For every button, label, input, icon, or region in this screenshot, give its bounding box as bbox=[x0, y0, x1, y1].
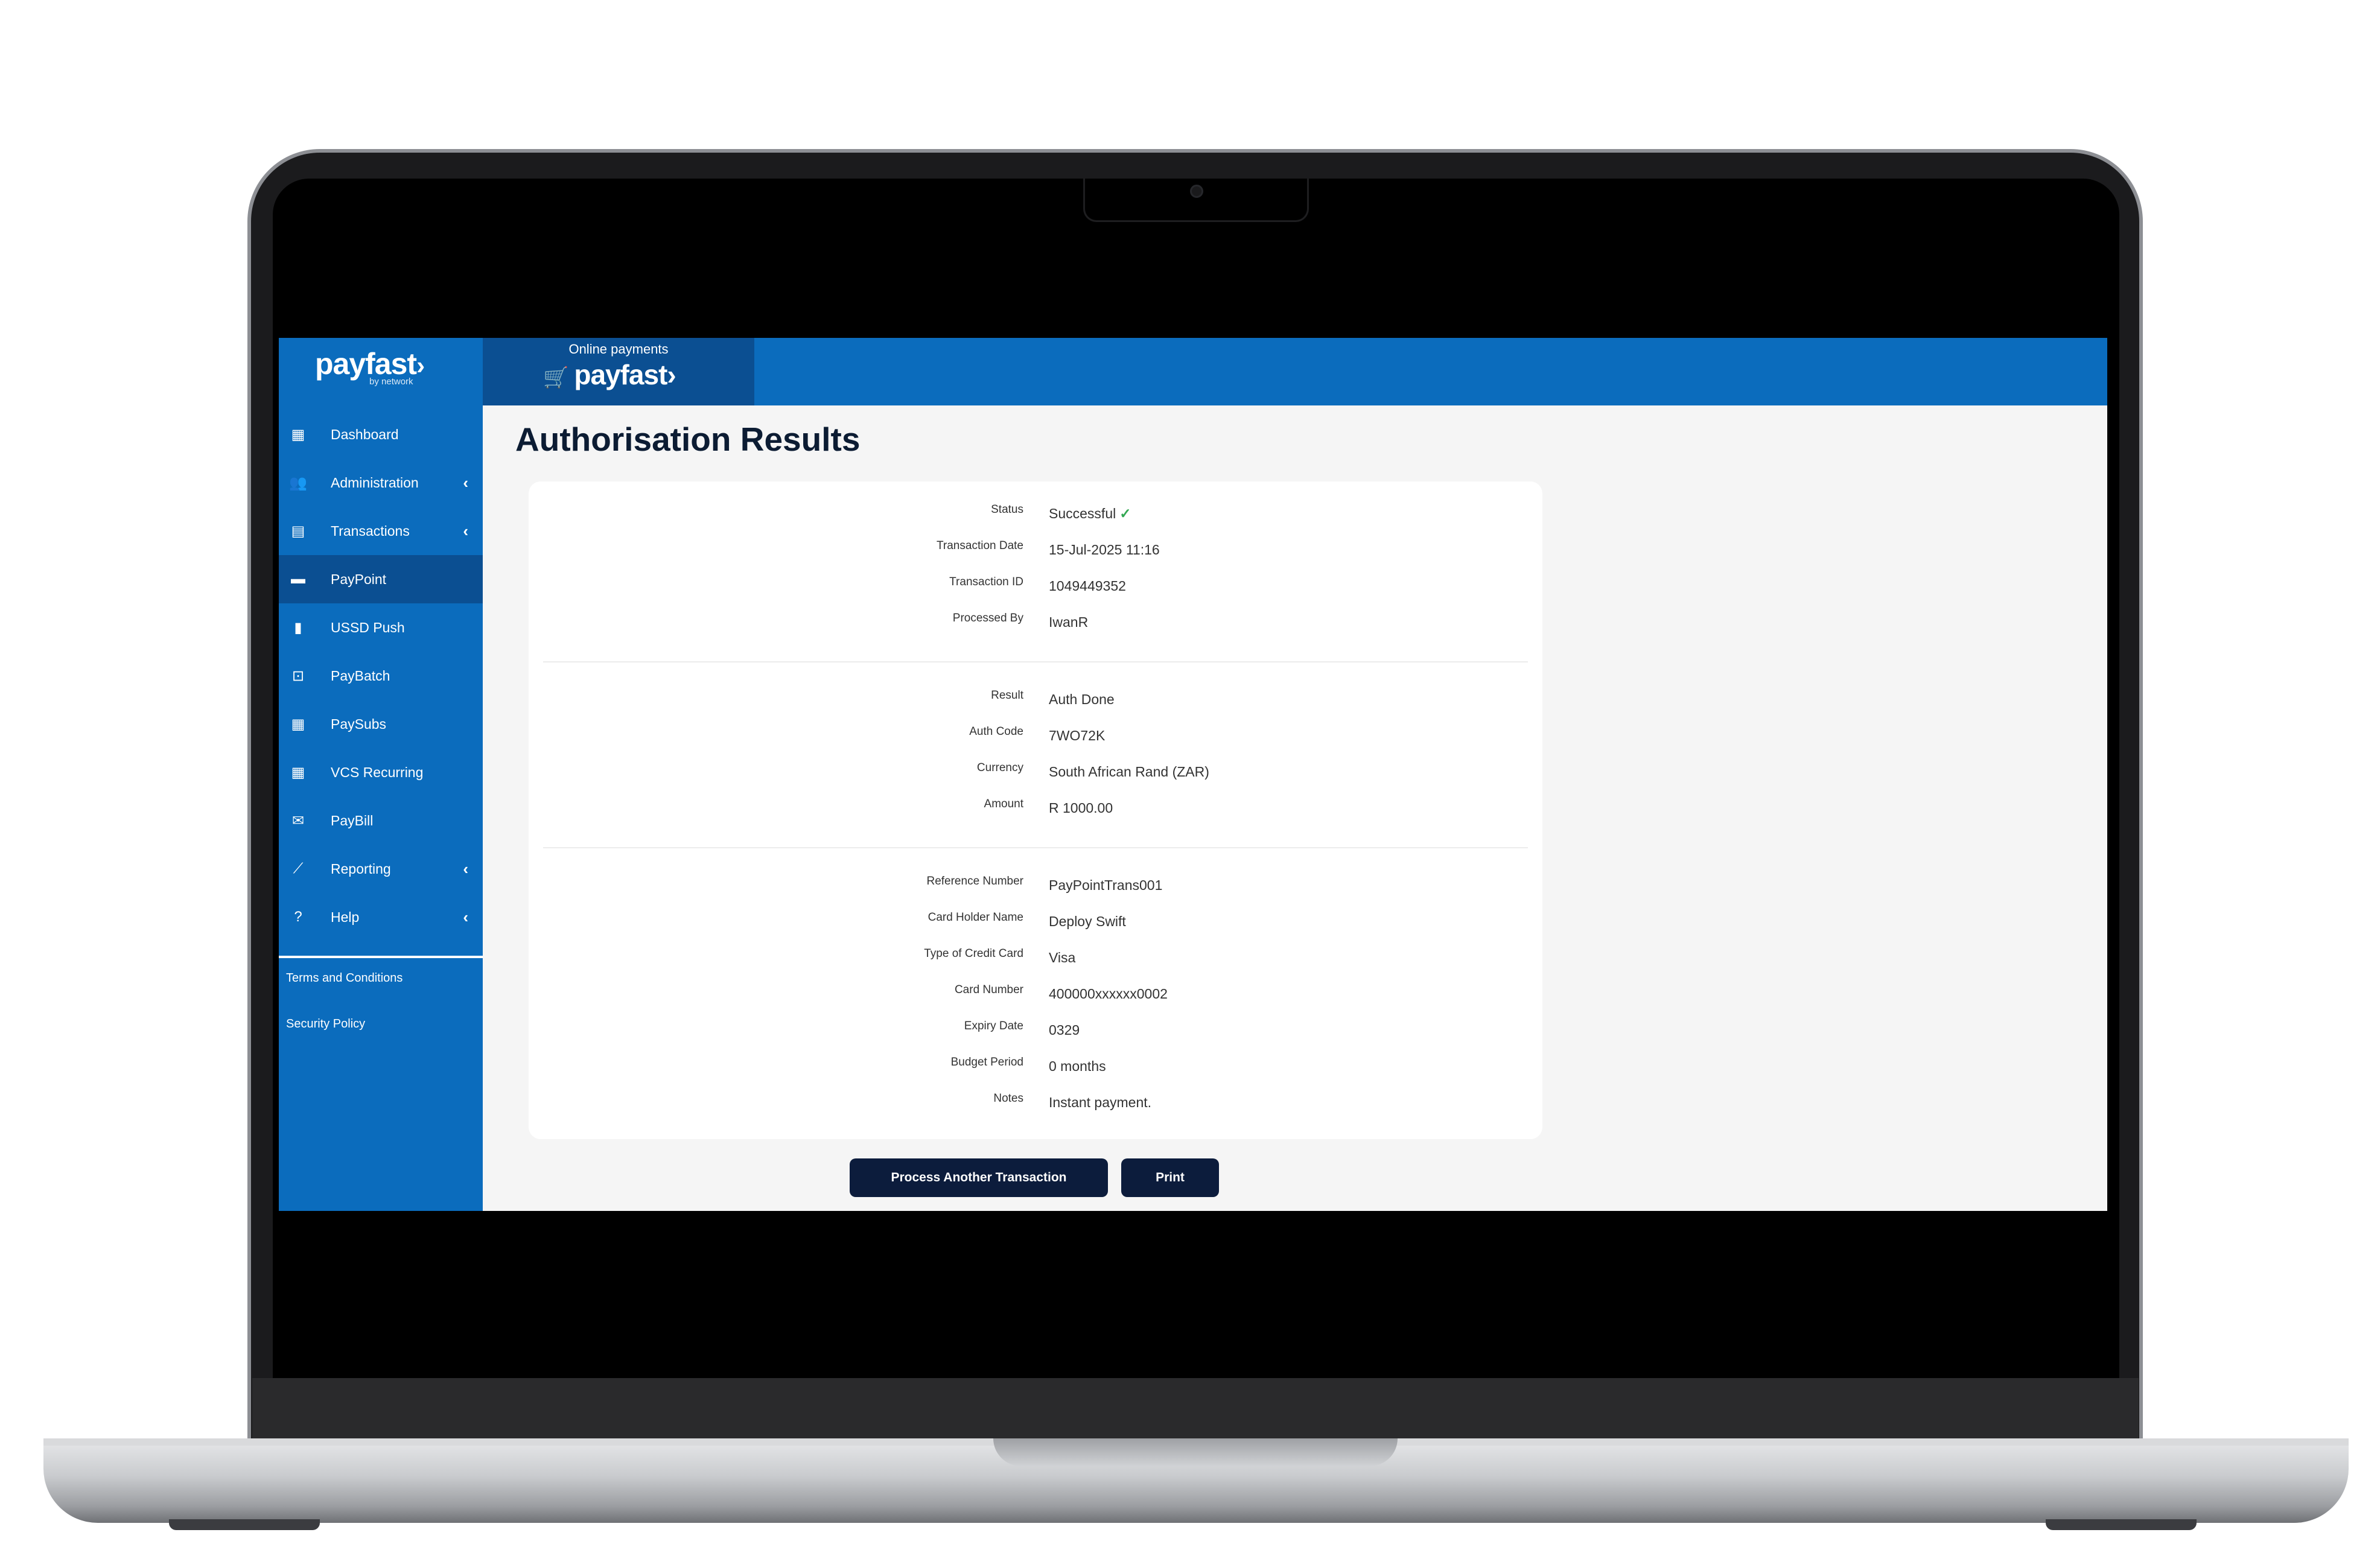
chart-icon: ⟋ bbox=[293, 860, 304, 877]
chevron-left-icon[interactable]: ‹ bbox=[463, 860, 468, 878]
sidebar-item-label: USSD Push bbox=[331, 619, 405, 635]
app-screen: Online payments 🛒 payfast› payfast› by ne… bbox=[279, 338, 2107, 1211]
row-budget-period: Budget Period 0 months bbox=[950, 1056, 1106, 1074]
sidebar-item-vcs-recurring[interactable]: ▦ VCS Recurring bbox=[279, 748, 483, 796]
check-icon: ✓ bbox=[1119, 506, 1131, 521]
sidebar-item-reporting[interactable]: ⟋ Reporting ‹ bbox=[279, 845, 483, 893]
terms-link[interactable]: Terms and Conditions bbox=[286, 971, 402, 985]
sidebar-item-paypoint[interactable]: ▬ PayPoint bbox=[279, 555, 483, 603]
chevron-left-icon[interactable]: ‹ bbox=[463, 522, 468, 541]
sidebar-item-paybatch[interactable]: ⊡ PayBatch bbox=[279, 652, 483, 700]
row-status: Status Successful ✓ bbox=[529, 503, 1542, 527]
section-divider bbox=[543, 847, 1528, 848]
row-reference-number: Reference Number PayPointTrans001 bbox=[926, 875, 1163, 893]
row-transaction-date: Transaction Date 15-Jul-2025 11:16 bbox=[937, 539, 1160, 557]
batch-icon: ⊡ bbox=[291, 667, 305, 684]
sidebar-item-label: Transactions bbox=[331, 523, 410, 539]
row-processed-by: Processed By IwanR bbox=[952, 612, 1089, 630]
sidebar-item-paybill[interactable]: ✉ PayBill bbox=[279, 796, 483, 845]
brand-subtitle: by network bbox=[369, 376, 413, 387]
sidebar-item-label: Dashboard bbox=[331, 426, 399, 442]
page-title: Authorisation Results bbox=[515, 421, 861, 458]
envelope-icon: ✉ bbox=[291, 812, 305, 829]
sidebar-item-label: PayBatch bbox=[331, 667, 390, 684]
row-currency: Currency South African Rand (ZAR) bbox=[976, 761, 1209, 780]
calendar-icon: ▦ bbox=[291, 764, 305, 781]
sidebar-item-label: PayPoint bbox=[331, 571, 387, 587]
calculator-icon: ▤ bbox=[291, 523, 305, 539]
payfast-logo[interactable]: payfast› by network bbox=[279, 338, 483, 404]
laptop-chin bbox=[252, 1378, 2139, 1438]
section-divider bbox=[543, 661, 1528, 662]
sidebar-item-label: PayBill bbox=[331, 812, 374, 828]
row-result: Result Auth Done bbox=[991, 689, 1115, 707]
chevron-left-icon[interactable]: ‹ bbox=[463, 908, 468, 927]
sidebar-item-label: Reporting bbox=[331, 860, 391, 877]
camera-icon bbox=[1190, 185, 1203, 198]
laptop-foot-right bbox=[2046, 1519, 2197, 1530]
cart-icon: 🛒 bbox=[543, 366, 568, 389]
row-card-type: Type of Credit Card Visa bbox=[924, 947, 1076, 965]
security-policy-link[interactable]: Security Policy bbox=[286, 1017, 365, 1031]
sidebar-item-dashboard[interactable]: ▦ Dashboard bbox=[279, 410, 483, 459]
help-icon: ? bbox=[294, 909, 302, 925]
chevron-left-icon[interactable]: ‹ bbox=[463, 474, 468, 492]
sidebar-item-label: PaySubs bbox=[331, 716, 387, 732]
sidebar-item-ussd-push[interactable]: ▮ USSD Push bbox=[279, 603, 483, 652]
row-expiry-date: Expiry Date 0329 bbox=[964, 1020, 1080, 1038]
process-another-transaction-button[interactable]: Process Another Transaction bbox=[850, 1158, 1108, 1197]
status-value: Successful ✓ bbox=[1049, 506, 1131, 521]
row-amount: Amount R 1000.00 bbox=[984, 798, 1113, 816]
row-auth-code: Auth Code 7WO72K bbox=[969, 725, 1106, 743]
row-card-holder: Card Holder Name Deploy Swift bbox=[928, 911, 1126, 929]
tab-online-payments-label: Online payments bbox=[568, 341, 669, 357]
sidebar-divider bbox=[279, 956, 483, 958]
sidebar-item-label: VCS Recurring bbox=[331, 764, 424, 780]
sidebar-item-label: Administration bbox=[331, 474, 419, 491]
sidebar-item-help[interactable]: ? Help ‹ bbox=[279, 893, 483, 941]
sidebar-nav: ▦ Dashboard 👥 Administration ‹ ▤ Transactions ‹… bbox=[279, 410, 483, 941]
calendar-icon: ▦ bbox=[291, 716, 305, 732]
grid-icon: ▦ bbox=[291, 426, 305, 443]
card-icon: ▬ bbox=[291, 571, 305, 587]
laptop-foot-left bbox=[169, 1519, 320, 1530]
status-label: Status bbox=[991, 503, 1023, 516]
sidebar-item-label: Help bbox=[331, 909, 360, 925]
sidebar: payfast› by network ▦ Dashboard 👥 Administr… bbox=[279, 338, 483, 1211]
tab-online-payments[interactable]: Online payments 🛒 payfast› bbox=[483, 338, 754, 405]
phone-icon: ▮ bbox=[294, 619, 302, 636]
print-button[interactable]: Print bbox=[1121, 1158, 1219, 1197]
results-card: Status Successful ✓ Transaction Date 15-J… bbox=[529, 481, 1542, 1139]
sidebar-item-administration[interactable]: 👥 Administration ‹ bbox=[279, 459, 483, 507]
sidebar-item-transactions[interactable]: ▤ Transactions ‹ bbox=[279, 507, 483, 555]
row-card-number: Card Number 400000xxxxxx0002 bbox=[954, 983, 1168, 1002]
laptop-opening-notch bbox=[993, 1438, 1398, 1466]
row-notes: Notes Instant payment. bbox=[993, 1092, 1152, 1110]
sidebar-item-paysubs[interactable]: ▦ PaySubs bbox=[279, 700, 483, 748]
users-icon: 👥 bbox=[289, 474, 307, 491]
tab-payfast-logo: 🛒 payfast› bbox=[543, 359, 676, 390]
row-transaction-id: Transaction ID 1049449352 bbox=[949, 576, 1126, 594]
